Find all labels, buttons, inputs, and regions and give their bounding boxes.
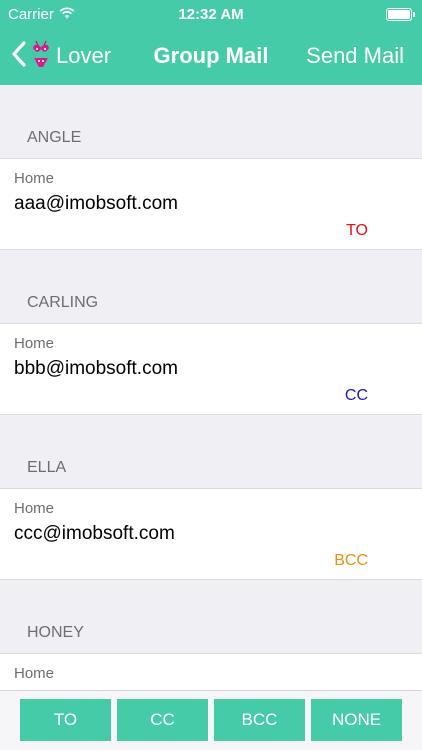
section-header-carling: CARLING [27,294,99,311]
recipient-type-toolbar: TO CC BCC NONE [0,690,422,750]
status-bar: Carrier 12:32 AM [0,0,422,30]
set-to-button[interactable]: TO [20,699,111,741]
set-none-button[interactable]: NONE [311,699,402,741]
email-address: ccc@imobsoft.com [14,523,175,544]
email-type-label: Home [14,335,55,352]
bikini-icon [32,39,50,74]
email-type-label: Home [14,500,55,517]
section-header-angle: ANGLE [27,129,82,146]
contact-list: ANGLE Home aaa@imobsoft.com TO CARLING H… [0,85,422,745]
email-address: bbb@imobsoft.com [14,358,178,379]
email-type-label: Home [14,170,55,187]
email-address: aaa@imobsoft.com [14,193,178,214]
page-title: Group Mail [153,43,269,68]
back-button-label: Lover [56,43,112,68]
send-mail-button[interactable]: Send Mail [306,43,404,69]
battery-fill [388,10,410,19]
status-time: 12:32 AM [178,6,244,23]
contact-row-ella[interactable]: Home ccc@imobsoft.com BCC [0,488,422,580]
set-bcc-button[interactable]: BCC [214,699,305,741]
section-header-ella: ELLA [27,459,67,476]
navigation-bar: Carrier 12:32 AM Lover Group Mail Send M… [0,0,422,85]
email-type-label: Home [14,665,55,682]
recipient-tag: BCC [334,552,368,569]
recipient-tag: CC [344,387,368,404]
chevron-left-icon [12,40,26,72]
contact-row-angle[interactable]: Home aaa@imobsoft.com TO [0,158,422,250]
recipient-tag: TO [346,222,368,239]
section-header-honey: HONEY [27,624,84,641]
back-button[interactable]: Lover [12,37,111,75]
contact-row-carling[interactable]: Home bbb@imobsoft.com CC [0,323,422,415]
battery-icon [386,8,415,21]
battery-tip [413,12,415,17]
set-cc-button[interactable]: CC [117,699,208,741]
